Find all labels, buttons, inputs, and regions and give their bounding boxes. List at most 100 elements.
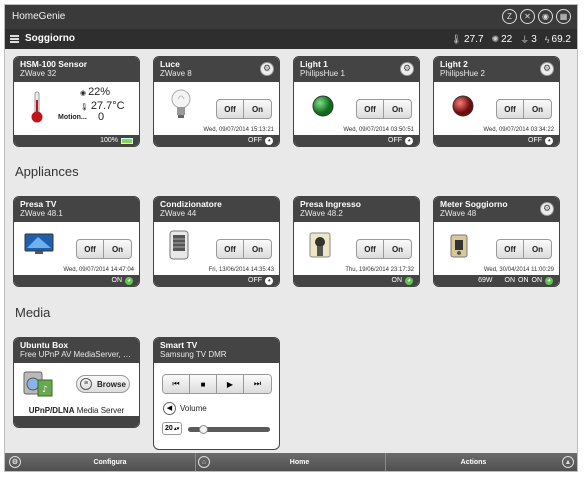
card-footer: OFF ◕ <box>154 275 279 286</box>
wall-plug-icon <box>308 231 332 264</box>
last-updated: Thu, 19/06/2014 23:17:32 <box>345 267 414 273</box>
card-header: Presa TV ZWave 48.1 <box>14 197 139 222</box>
gear-icon[interactable]: ⚙ <box>400 62 414 76</box>
card-title: Light 1 <box>300 59 328 69</box>
temperature-value: 27.7°C <box>90 100 125 112</box>
next-icon[interactable]: ⏭ <box>244 375 271 393</box>
status-text: ON <box>531 277 543 284</box>
group-stats: 🌡 27.7 ✺ 22 ⏚ 3 ϟ 69.2 <box>451 33 571 46</box>
on-button[interactable]: On <box>384 239 412 259</box>
plug-icon: ⏚ <box>520 35 530 45</box>
card-title: Condizionatore <box>160 199 222 209</box>
card-title: Luce <box>160 59 180 69</box>
top-icons: Z ✕ ◉ ▦ <box>502 9 571 24</box>
browse-button[interactable]: ≡ Browse <box>76 375 130 393</box>
x10-icon[interactable]: ✕ <box>520 9 535 24</box>
actions-button[interactable]: Actions <box>386 453 561 471</box>
top-bar: HomeGenie Z ✕ ◉ ▦ <box>5 5 577 29</box>
humidity-icon: ◉ <box>80 90 89 97</box>
card-subtitle: ZWave 48.1 <box>20 209 63 218</box>
play-icon[interactable]: ▶ <box>217 375 244 393</box>
on-button[interactable]: On <box>384 99 412 119</box>
volume-stepper[interactable]: 20 ▴▾ <box>162 422 182 435</box>
zwave-icon[interactable]: Z <box>502 9 517 24</box>
label-bold: UPnP/DLNA <box>28 406 75 415</box>
watt-value: 69W <box>478 277 493 284</box>
plugs-value: 3 <box>531 34 537 45</box>
card-footer <box>14 416 139 427</box>
volume-slider-track[interactable] <box>188 425 270 434</box>
motion-label: Motion... <box>58 114 87 121</box>
card-subtitle: Free UPnP AV MediaServer, GNU... <box>20 350 133 359</box>
off-button[interactable]: Off <box>496 99 524 119</box>
bolt-icon: ϟ <box>544 34 550 45</box>
card-subtitle: ZWave 48.2 <box>300 209 343 218</box>
on-button[interactable]: On <box>104 239 132 259</box>
last-updated: Wed, 09/07/2014 03:34:22 <box>483 127 554 133</box>
switch-buttons: Off On <box>496 239 552 259</box>
card-subtitle: Samsung TV DMR <box>160 350 227 359</box>
hue-icon[interactable]: ◉ <box>538 9 553 24</box>
red-bulb-icon <box>452 95 474 122</box>
gear-icon[interactable]: ⚙ <box>260 62 274 76</box>
card-subtitle: PhilipsHue 1 <box>300 69 345 78</box>
card-header: Light 2 PhilipsHue 2 ⚙ <box>434 57 559 82</box>
gear-icon[interactable]: ⚙ <box>9 456 21 468</box>
off-button[interactable]: Off <box>76 239 104 259</box>
on-button[interactable]: On <box>524 239 552 259</box>
arrow-up-icon[interactable]: ▲ <box>562 456 574 468</box>
off-button[interactable]: Off <box>356 99 384 119</box>
status-text: OFF <box>248 277 262 284</box>
motion-value: 0 <box>98 111 105 123</box>
on-button[interactable]: On <box>244 239 272 259</box>
gear-icon[interactable]: ⚙ <box>540 62 554 76</box>
off-button[interactable]: Off <box>356 239 384 259</box>
configure-button[interactable]: Configura <box>25 453 195 471</box>
menu-icon[interactable] <box>10 35 19 43</box>
divider <box>195 453 196 471</box>
card-header: Smart TV Samsung TV DMR <box>154 338 279 363</box>
thermometer-icon: 🌡 <box>450 34 463 44</box>
plugs-stat: ⏚ 3 <box>520 33 537 46</box>
status-text: ON <box>111 277 123 284</box>
power-value: 69.2 <box>551 34 571 45</box>
on-button[interactable]: On <box>244 99 272 119</box>
gear-icon[interactable]: ⚙ <box>540 202 554 216</box>
off-button[interactable]: Off <box>216 239 244 259</box>
last-updated: Wed, 09/07/2014 03:50:51 <box>343 127 414 133</box>
speaker-icon[interactable]: ◀ <box>163 402 176 415</box>
off-button[interactable]: Off <box>496 239 524 259</box>
presa-tv-card: Presa TV ZWave 48.1 Off On Wed, 09/07/20… <box>13 196 140 287</box>
group-title[interactable]: Soggiorno <box>25 33 75 44</box>
card-title: Smart TV <box>160 340 198 350</box>
ubuntu-box-card: Ubuntu Box Free UPnP AV MediaServer, GNU… <box>13 337 140 428</box>
on-button[interactable]: On <box>524 99 552 119</box>
thermometer-icon <box>30 90 44 129</box>
card-footer: ON ◕ <box>14 275 139 286</box>
status-off-icon: ◕ <box>265 276 273 285</box>
status-off-icon: ◕ <box>545 136 553 145</box>
temperature-stat: 🌡 27.7 <box>451 33 484 46</box>
home-icon[interactable]: ⌂ <box>198 456 210 468</box>
home-button[interactable]: Home <box>214 453 385 471</box>
card-header: Meter Soggiorno ZWave 48 ⚙ <box>434 197 559 222</box>
card-subtitle: ZWave 8 <box>160 69 192 78</box>
status-on-icon: ◕ <box>545 276 553 285</box>
previous-icon[interactable]: ⏮ <box>163 375 190 393</box>
battery-icon <box>121 137 133 144</box>
last-updated: Fri, 13/06/2014 14:35:43 <box>208 267 274 273</box>
off-button[interactable]: Off <box>216 99 244 119</box>
last-updated: Wed, 09/07/2014 14:47:04 <box>63 267 134 273</box>
volume-slider-handle[interactable] <box>199 425 208 434</box>
stop-icon[interactable]: ■ <box>190 375 217 393</box>
status-text: OFF <box>248 137 262 144</box>
status-off-icon: ◕ <box>265 136 273 145</box>
section-title-appliances: Appliances <box>15 164 79 179</box>
media-server-label: UPnP/DLNA Media Server <box>14 406 139 415</box>
upnp-icon[interactable]: ▦ <box>556 9 571 24</box>
home-label: Home <box>289 458 310 466</box>
lightbulb-icon <box>170 87 192 126</box>
switch-buttons: Off On <box>496 99 552 119</box>
card-footer: ON ◕ <box>294 275 419 286</box>
presa-ingresso-card: Presa Ingresso ZWave 48.2 Off On Thu, 19… <box>293 196 420 287</box>
